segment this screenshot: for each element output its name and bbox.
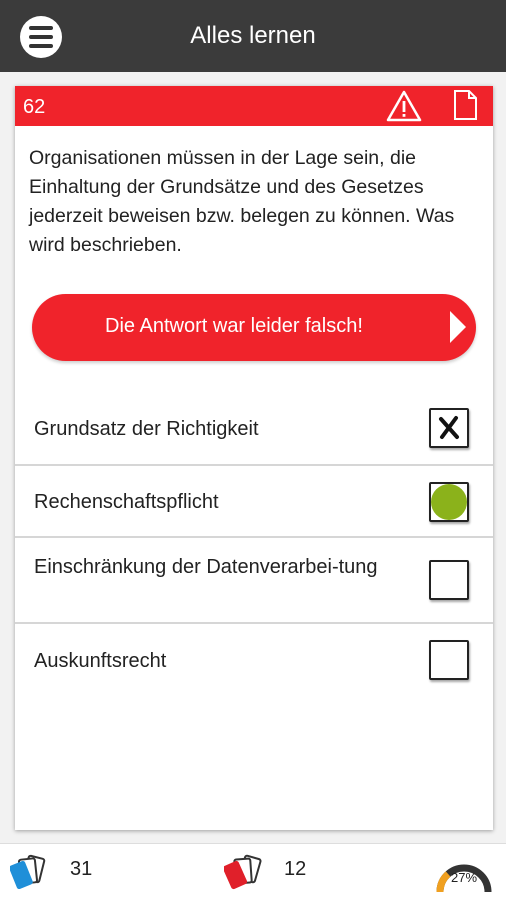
answer-checkbox[interactable] (429, 560, 469, 600)
answer-label: Einschränkung der Datenverarbei-tung (34, 556, 378, 578)
answer-option[interactable]: Einschränkung der Datenverarbei-tung (15, 538, 493, 624)
question-card: 62 Organisationen müssen in der Lage sei… (15, 86, 493, 830)
page-title: Alles lernen (190, 22, 316, 49)
answer-label: Rechenschaftspflicht (34, 491, 219, 513)
answer-label: Auskunftsrecht (34, 650, 167, 672)
blue-cards-icon[interactable] (10, 854, 54, 890)
progress-label: 27% (450, 870, 478, 885)
answer-label: Grundsatz der Richtigkeit (34, 418, 259, 440)
answer-list: Grundsatz der Richtigkeit Rechenschaftsp… (15, 386, 493, 702)
arrow-right-icon (450, 311, 466, 343)
answer-checkbox-correct[interactable] (429, 482, 469, 522)
x-mark-icon (439, 416, 459, 439)
answer-option[interactable]: Rechenschaftspflicht (15, 466, 493, 538)
blue-cards-count: 31 (70, 858, 93, 880)
document-icon[interactable] (451, 89, 479, 121)
result-next-button[interactable]: Die Antwort war leider falsch! (32, 294, 476, 361)
red-cards-count: 12 (284, 858, 307, 880)
bottom-status-bar: 31 12 27% (0, 843, 506, 900)
result-label: Die Antwort war leider falsch! (105, 315, 363, 337)
answer-option[interactable]: Grundsatz der Richtigkeit (15, 386, 493, 466)
red-cards-icon[interactable] (224, 854, 268, 890)
warning-triangle-icon[interactable] (385, 89, 423, 123)
answer-checkbox[interactable] (429, 640, 469, 680)
question-number: 62 (23, 96, 46, 118)
card-header: 62 (15, 86, 493, 126)
answer-option[interactable]: Auskunftsrecht (15, 624, 493, 702)
question-text: Organisationen müssen in der Lage sein, … (29, 147, 455, 256)
correct-dot-icon (431, 484, 467, 520)
top-app-bar: Alles lernen (0, 0, 506, 72)
answer-checkbox-wrong[interactable] (429, 408, 469, 448)
